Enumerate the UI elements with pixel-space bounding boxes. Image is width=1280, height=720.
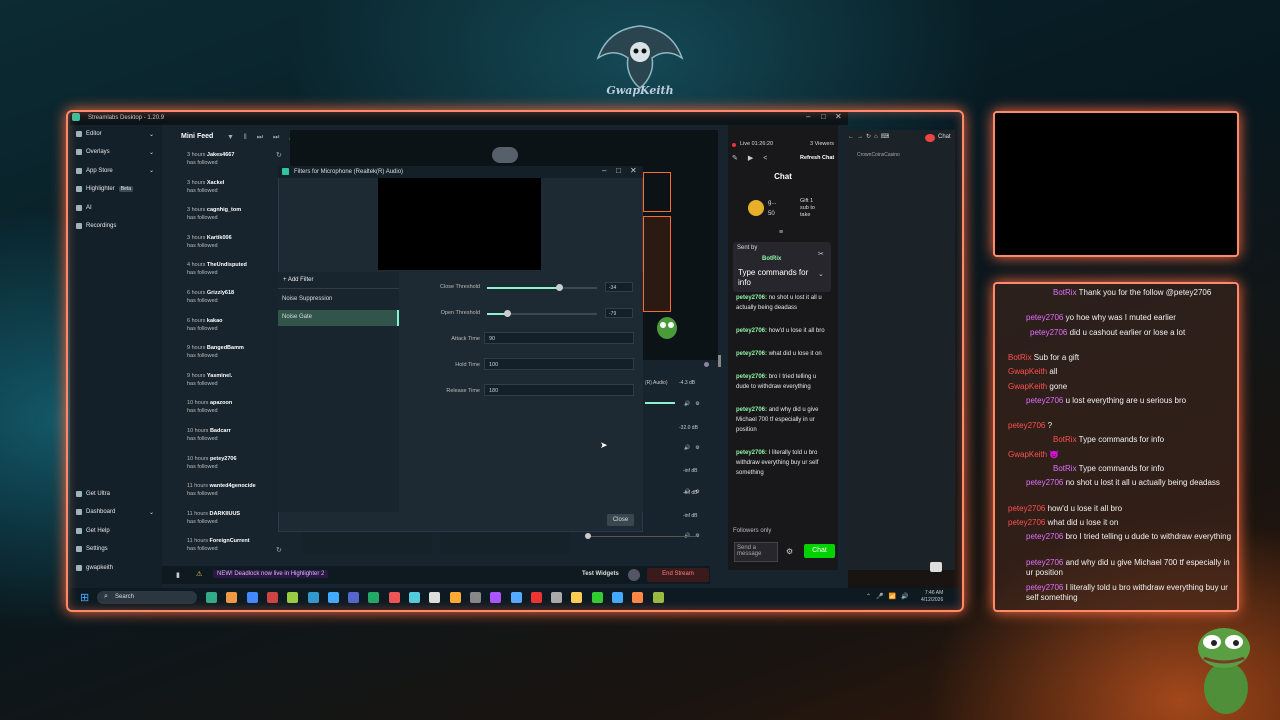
webcam-frame <box>993 111 1239 257</box>
logo-text: GwapKeith <box>606 84 674 97</box>
overlay-chat-text: Type commands for info <box>1078 435 1165 445</box>
pepe-sticker <box>1198 628 1250 714</box>
overlay-chat-user: petey2706 <box>1026 395 1064 405</box>
overlay-chat-text: all <box>1049 367 1058 377</box>
overlay-chat-text: what did u lose it on <box>1047 517 1119 527</box>
overlay-chat-user: petey2706 <box>1008 421 1046 431</box>
overlay-chat-text: 😈 <box>1049 449 1060 459</box>
overlay-chat-message: petey2706 what did u lose it on <box>1008 518 1232 528</box>
overlay-chat-user: petey2706 <box>1026 478 1064 488</box>
overlay-chat-message: petey2706 ? <box>1008 421 1232 431</box>
overlay-chat-user: petey2706 <box>1026 582 1064 592</box>
overlay-chat-text: bro I tried telling u dude to withdraw e… <box>1065 532 1232 542</box>
overlay-chat-message: petey2706 how'd u lose it all bro <box>1008 504 1232 514</box>
overlay-chat-text: how'd u lose it all bro <box>1047 503 1123 513</box>
overlay-chat-user: petey2706 <box>1026 313 1064 323</box>
overlay-chat-text: u lost everything are u serious bro <box>1065 395 1187 405</box>
overlay-chat-text: yo hoe why was I muted earlier <box>1065 313 1176 323</box>
overlay-chat-message: BotRix Sub for a gift <box>1008 353 1232 363</box>
overlay-chat-user: BotRix <box>1053 464 1077 473</box>
overlay-chat-user: petey2706 <box>1026 532 1064 542</box>
overlay-chat-text: ? <box>1047 421 1053 431</box>
overlay-chat-text: Thank you for the follow @petey2706 <box>1078 288 1212 297</box>
overlay-chat-message: BotRix Type commands for info <box>1053 435 1232 445</box>
overlay-chat-user: GwapKeith <box>1008 381 1048 391</box>
overlay-chat-message: GwapKeith 😈 <box>1008 450 1232 460</box>
overlay-chat-message: petey2706 yo hoe why was I muted earlier <box>1026 313 1232 323</box>
overlay-chat-message: petey2706 bro I tried telling u dude to … <box>1026 532 1232 542</box>
overlay-chat-text: Type commands for info <box>1078 464 1165 473</box>
overlay-chat-message: BotRix Thank you for the follow @petey27… <box>1053 288 1232 298</box>
overlay-chat-user: petey2706 <box>1008 517 1046 527</box>
overlay-chat-message: GwapKeith gone <box>1008 382 1232 392</box>
overlay-chat-user: GwapKeith <box>1008 367 1048 377</box>
overlay-chat-user: GwapKeith <box>1008 449 1048 459</box>
overlay-chat-user: petey2706 <box>1026 557 1064 567</box>
overlay-chat-text: did u cashout earlier or lose a lot <box>1069 327 1186 337</box>
overlay-chat-message: petey2706 no shot u lost it all u actual… <box>1026 478 1232 488</box>
overlay-chat-message: GwapKeith all <box>1008 367 1232 377</box>
overlay-chat-user: petey2706 <box>1008 503 1046 513</box>
overlay-chat-message: BotRix Type commands for info <box>1053 464 1232 474</box>
overlay-chat-text: gone <box>1049 381 1068 391</box>
overlay-chat-message: petey2706 u lost everything are u seriou… <box>1026 396 1232 406</box>
overlay-chat-user: BotRix <box>1053 435 1077 445</box>
overlay-chat-user: BotRix <box>1008 352 1032 362</box>
overlay-chat-user: petey2706 <box>1030 327 1068 337</box>
stream-frame <box>66 110 964 612</box>
overlay-chat-text: no shot u lost it all u actually being d… <box>1065 478 1220 488</box>
overlay-chat-text: Sub for a gift <box>1033 352 1080 362</box>
overlay-chat-message: petey2706 I literally told u bro withdra… <box>1026 583 1232 603</box>
overlay-chat-user: BotRix <box>1053 288 1077 297</box>
overlay-chat-message: petey2706 and why did u give Michael 700… <box>1026 558 1232 578</box>
overlay-chat-message: petey2706 did u cashout earlier or lose … <box>1030 328 1232 338</box>
